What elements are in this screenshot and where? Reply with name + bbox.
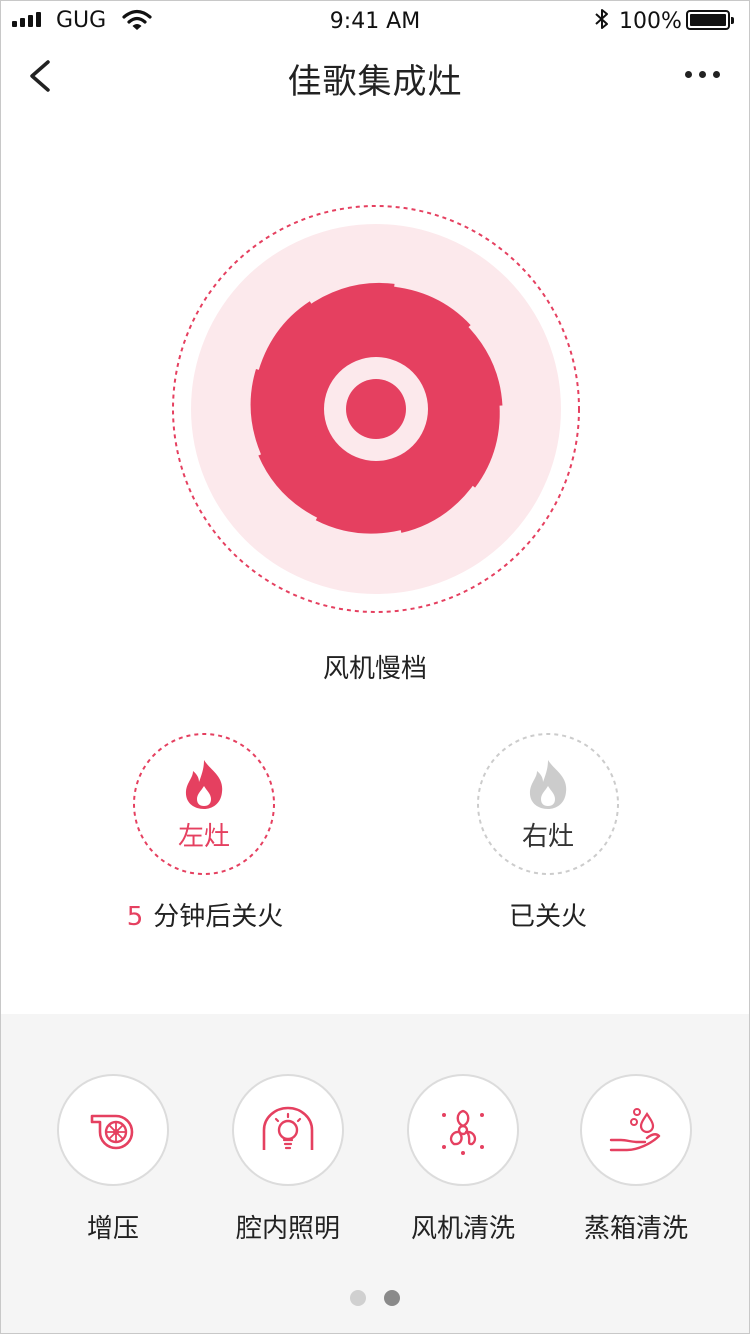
fan-status-text: 风机慢档 xyxy=(322,654,427,684)
right-burner-status: 已关火 xyxy=(508,902,587,932)
right-burner-button[interactable]: 右灶 xyxy=(476,732,620,876)
left-burner-label: 左灶 xyxy=(177,822,230,852)
steam-clean-label: 蒸箱清洗 xyxy=(583,1214,688,1244)
right-burner-label: 右灶 xyxy=(521,822,574,852)
steam-clean-button[interactable]: 蒸箱清洗 xyxy=(580,1074,692,1244)
turbo-label: 增压 xyxy=(86,1214,139,1244)
oven-light-label: 腔内照明 xyxy=(235,1214,340,1244)
status-bar: GUG 9:41 AM 100% xyxy=(0,0,750,44)
page-indicator xyxy=(0,1290,750,1306)
page-title: 佳歌集成灶 xyxy=(287,62,463,102)
bluetooth-icon xyxy=(595,9,608,29)
more-icon[interactable] xyxy=(676,56,728,92)
left-burner-status: 5 分钟后关火 xyxy=(60,896,350,933)
flame-icon xyxy=(185,760,223,809)
oven-light-button[interactable]: 腔内照明 xyxy=(232,1074,344,1244)
left-burner-button[interactable]: 左灶 xyxy=(132,732,276,876)
flame-icon xyxy=(529,760,567,809)
fan-clean-icon xyxy=(442,1109,484,1155)
fan-icon xyxy=(172,205,580,613)
battery-percent: 100% xyxy=(619,9,682,34)
turbo-icon xyxy=(90,1114,134,1150)
page-dot-2[interactable] xyxy=(384,1290,400,1306)
fan-clean-label: 风机清洗 xyxy=(410,1214,515,1244)
fan-clean-button[interactable]: 风机清洗 xyxy=(407,1074,519,1244)
battery-icon xyxy=(686,10,734,30)
turbo-button[interactable]: 增压 xyxy=(57,1074,169,1244)
page-dot-1[interactable] xyxy=(350,1290,366,1306)
steam-clean-icon xyxy=(609,1108,661,1152)
function-panel: 增压 腔内照明 风机清洗 蒸箱清洗 xyxy=(0,1014,750,1334)
timer-minutes: 5 xyxy=(126,902,144,932)
timer-text: 分钟后关火 xyxy=(153,902,284,932)
fan-control[interactable] xyxy=(171,204,581,614)
oven-light-icon xyxy=(262,1106,314,1150)
